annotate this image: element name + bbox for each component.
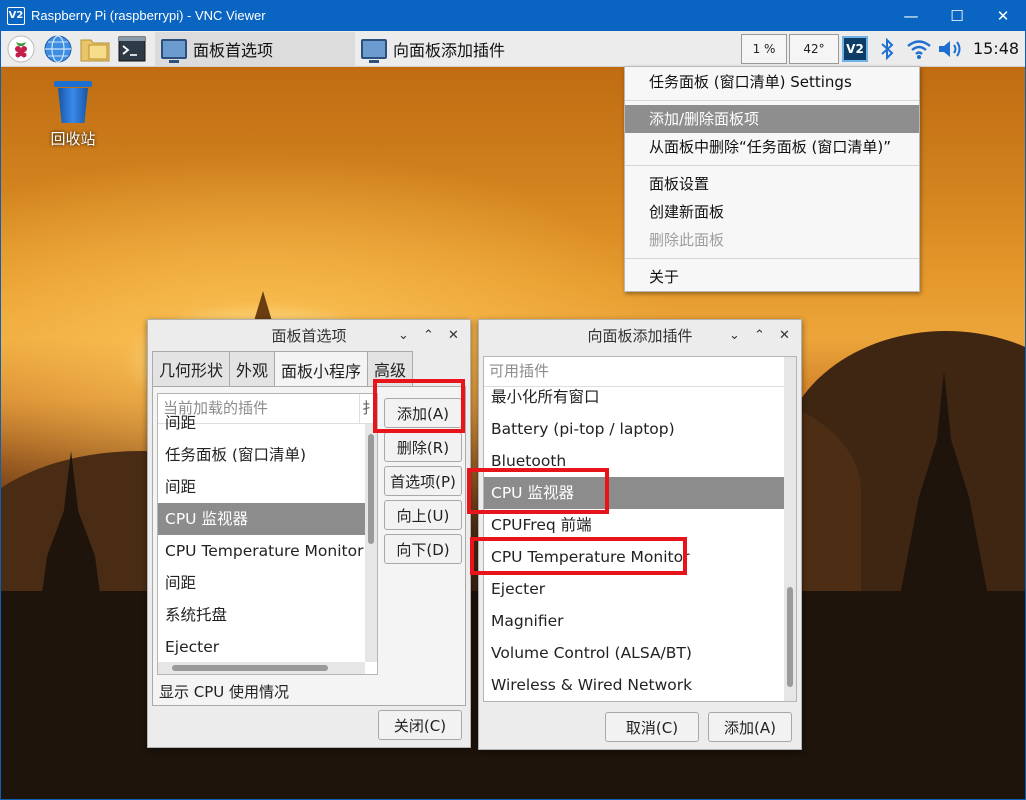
- list-item[interactable]: CPU Temperature Monitor: [158, 535, 377, 567]
- dialog-title-bar: 向面板添加插件 ⌄ ⌃ ✕: [479, 320, 801, 350]
- list-item[interactable]: 间距: [158, 567, 377, 599]
- maximize-button[interactable]: ☐: [934, 0, 980, 31]
- horizontal-scrollbar[interactable]: [158, 662, 365, 674]
- cancel-button[interactable]: 取消(C): [605, 712, 699, 742]
- monitor-icon: [361, 38, 387, 63]
- move-up-button[interactable]: 向上(U): [384, 500, 462, 530]
- tab-content: 当前加载的插件 扌 间距 任务面板 (窗口清单) 间距 CPU 监视器 CPU …: [152, 386, 466, 706]
- preferences-button[interactable]: 首选项(P): [384, 466, 462, 496]
- globe-icon: [44, 34, 72, 63]
- vnc-logo-icon: V2: [7, 6, 25, 25]
- list-item[interactable]: Battery (pi-top / laptop): [484, 413, 796, 445]
- raspberry-menu-button[interactable]: [4, 32, 38, 66]
- move-down-button[interactable]: 向下(D): [384, 534, 462, 564]
- list-item[interactable]: 间距: [158, 471, 377, 503]
- menu-separator: [625, 100, 919, 101]
- menu-item-about[interactable]: 关于: [625, 263, 919, 291]
- panel-context-menu: 任务面板 (窗口清单) Settings 添加/删除面板项 从面板中删除“任务面…: [624, 66, 920, 292]
- terminal-launcher[interactable]: [115, 32, 149, 66]
- scrollbar-thumb[interactable]: [172, 665, 328, 671]
- menu-item-delete-panel: 删除此面板: [649, 231, 725, 249]
- file-manager-launcher[interactable]: [78, 32, 112, 66]
- add-button[interactable]: 添加(A): [384, 398, 462, 428]
- menu-item-remove-from-panel[interactable]: 从面板中删除“任务面板 (窗口清单)”: [625, 133, 919, 161]
- task-label: 面板首选项: [193, 40, 274, 60]
- volume-icon[interactable]: [935, 32, 967, 66]
- close-dialog-button[interactable]: 关闭(C): [378, 710, 462, 740]
- loaded-plugins-list[interactable]: 当前加载的插件 扌 间距 任务面板 (窗口清单) 间距 CPU 监视器 CPU …: [157, 393, 378, 675]
- terminal-icon: [118, 36, 146, 61]
- dialog-title: 面板首选项: [271, 326, 347, 345]
- add-plugin-dialog: 向面板添加插件 ⌄ ⌃ ✕ 可用插件 最小化所有窗口 Battery (pi-t…: [478, 319, 802, 750]
- task-panel-preferences[interactable]: 面板首选项: [155, 31, 355, 66]
- cpu-temperature-monitor[interactable]: 42°: [789, 33, 839, 64]
- folder-icon: [80, 39, 110, 61]
- dialog-title-bar: 面板首选项 ⌄ ⌃ ✕: [148, 320, 470, 350]
- task-label: 向面板添加插件: [393, 40, 506, 60]
- available-plugins-list[interactable]: 可用插件 最小化所有窗口 Battery (pi-top / laptop) B…: [483, 356, 797, 702]
- list-item[interactable]: Volume Control (ALSA/BT): [484, 637, 796, 669]
- menu-item-create-panel[interactable]: 创建新面板: [625, 198, 919, 226]
- cpu-usage-monitor[interactable]: 1 %: [741, 33, 787, 64]
- vnc-title-bar: V2 Raspberry Pi (raspberrypi) - VNC View…: [0, 0, 1026, 31]
- list-item-selected[interactable]: CPU 监视器: [484, 477, 796, 509]
- lxpanel-taskbar: 面板首选项 向面板添加插件 1 % 42° V2 15:48: [1, 31, 1025, 67]
- vertical-scrollbar[interactable]: [784, 357, 796, 701]
- close-button[interactable]: ✕: [980, 0, 1026, 31]
- chevron-up-icon[interactable]: ⌃: [747, 328, 772, 343]
- chevron-up-icon[interactable]: ⌃: [416, 328, 441, 343]
- list-item[interactable]: CPU Temperature Monitor: [484, 541, 796, 573]
- menu-item-settings[interactable]: 任务面板 (窗口清单) Settings: [625, 68, 919, 96]
- raspberry-icon: [7, 35, 35, 62]
- menu-separator: [625, 165, 919, 166]
- list-item[interactable]: CPUFreq 前端: [484, 509, 796, 541]
- task-add-plugin[interactable]: 向面板添加插件: [355, 32, 555, 66]
- panel-preferences-dialog: 面板首选项 ⌄ ⌃ ✕ 几何形状 外观 面板小程序 高级 当前加载的插件 扌 间…: [147, 319, 471, 748]
- list-item[interactable]: Bluetooth: [484, 445, 796, 477]
- menu-item-panel-settings[interactable]: 面板设置: [625, 170, 919, 198]
- list-item[interactable]: Ejecter: [158, 631, 377, 663]
- vertical-scrollbar[interactable]: [365, 424, 377, 662]
- list-item[interactable]: 最小化所有窗口: [484, 381, 796, 413]
- vnc-server-icon[interactable]: V2: [839, 32, 871, 66]
- list-item[interactable]: 系统托盘: [158, 599, 377, 631]
- web-browser-launcher[interactable]: [41, 32, 75, 66]
- chevron-down-icon[interactable]: ⌄: [391, 328, 416, 343]
- list-item-selected[interactable]: CPU 监视器: [158, 503, 377, 535]
- tab-panel-applets[interactable]: 面板小程序: [274, 351, 369, 387]
- scrollbar-thumb[interactable]: [787, 587, 793, 687]
- tab-appearance[interactable]: 外观: [229, 351, 276, 386]
- tab-bar: 几何形状 外观 面板小程序 高级: [152, 351, 414, 387]
- window-title: Raspberry Pi (raspberrypi) - VNC Viewer: [31, 8, 266, 23]
- wifi-icon[interactable]: [903, 32, 935, 66]
- clock[interactable]: 15:48: [967, 39, 1025, 58]
- scrollbar-thumb[interactable]: [368, 434, 374, 544]
- menu-separator: [625, 258, 919, 259]
- tab-geometry[interactable]: 几何形状: [152, 351, 231, 386]
- list-item[interactable]: Ejecter: [484, 573, 796, 605]
- close-icon[interactable]: ✕: [772, 328, 797, 343]
- tab-advanced[interactable]: 高级: [367, 351, 414, 386]
- list-item[interactable]: Wireless & Wired Network: [484, 669, 796, 701]
- plugin-description: 显示 CPU 使用情况: [159, 683, 290, 701]
- list-item[interactable]: 任务面板 (窗口清单): [158, 439, 377, 471]
- chevron-down-icon[interactable]: ⌄: [722, 328, 747, 343]
- desktop: 面板首选项 向面板添加插件 1 % 42° V2 15:48 回收站 任务面板 …: [1, 31, 1025, 799]
- trash-desktop-icon[interactable]: 回收站: [43, 81, 103, 149]
- remove-button[interactable]: 删除(R): [384, 432, 462, 462]
- trash-icon: [54, 81, 92, 123]
- bluetooth-icon[interactable]: [871, 32, 903, 66]
- add-plugin-button[interactable]: 添加(A): [708, 712, 792, 742]
- close-icon[interactable]: ✕: [441, 328, 466, 343]
- trash-label: 回收站: [50, 130, 96, 148]
- menu-item-add-remove[interactable]: 添加/删除面板项: [625, 105, 919, 133]
- monitor-icon: [161, 38, 187, 63]
- minimize-button[interactable]: —: [888, 0, 934, 31]
- list-item[interactable]: Magnifier: [484, 605, 796, 637]
- dialog-title: 向面板添加插件: [587, 326, 693, 345]
